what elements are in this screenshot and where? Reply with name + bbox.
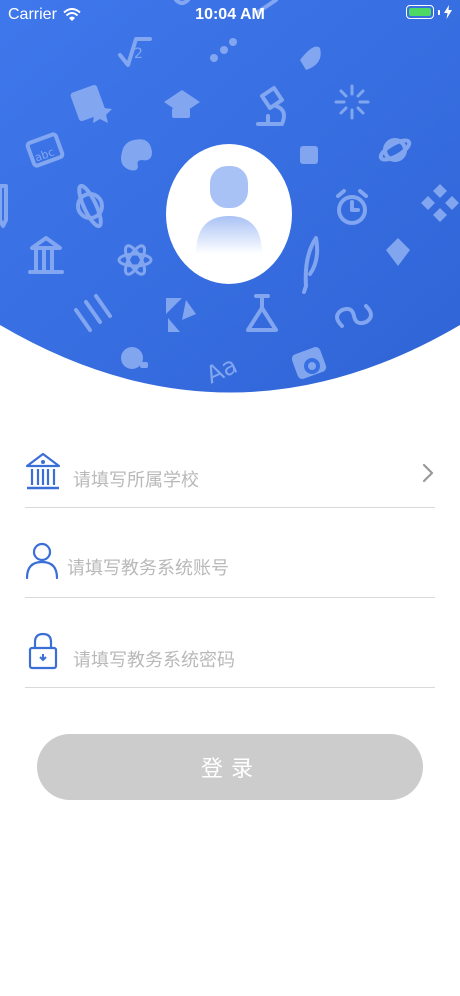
- status-bar: Carrier 10:04 AM: [0, 0, 460, 34]
- school-building-icon: [25, 452, 61, 490]
- password-input[interactable]: [73, 645, 413, 675]
- chevron-right-icon[interactable]: [421, 462, 435, 484]
- square-icon: [300, 146, 318, 164]
- svg-text:2: 2: [134, 46, 143, 62]
- lock-icon: [28, 632, 58, 670]
- status-time: 10:04 AM: [195, 6, 265, 23]
- account-input[interactable]: [67, 553, 407, 583]
- school-row[interactable]: [25, 452, 435, 508]
- battery-tip: [438, 9, 440, 15]
- user-icon: [25, 542, 59, 580]
- account-row: [25, 542, 435, 598]
- avatar-placeholder-icon: [196, 166, 262, 254]
- status-right: [406, 5, 452, 19]
- login-screen: 2 abc Aa Carrier 10:04 AM 请填写所属学校 请填写教务系…: [0, 0, 460, 996]
- charging-bolt-icon: [444, 5, 452, 19]
- login-button[interactable]: 登录: [37, 734, 423, 800]
- avatar[interactable]: [166, 144, 292, 284]
- password-row: [25, 632, 435, 688]
- school-input[interactable]: [73, 465, 413, 495]
- battery-icon: [406, 5, 434, 19]
